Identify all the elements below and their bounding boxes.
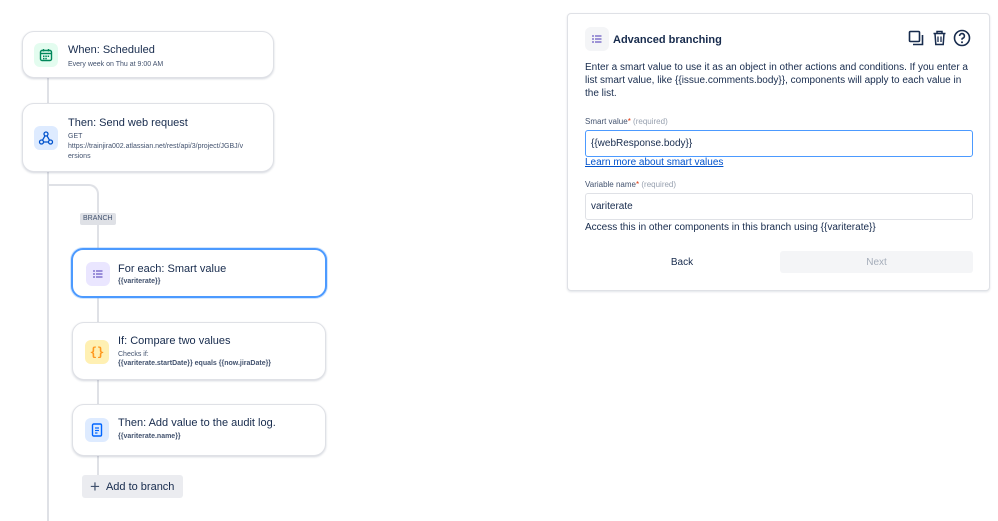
variable-name-input[interactable] <box>585 193 973 220</box>
flow-connector-branch-2 <box>97 298 99 322</box>
learn-more-link[interactable]: Learn more about smart values <box>585 157 723 168</box>
branch-tag: BRANCH <box>80 213 116 225</box>
condition-card[interactable]: {} If: Compare two values Checks if: {{v… <box>72 322 326 380</box>
calendar-icon <box>34 43 58 67</box>
branch-curve <box>47 184 99 198</box>
next-button[interactable]: Next <box>780 251 973 273</box>
webhook-icon <box>34 126 58 150</box>
web-request-title: Then: Send web request <box>68 117 188 129</box>
list-icon <box>86 262 110 286</box>
for-each-title: For each: Smart value <box>118 263 227 275</box>
duplicate-icon[interactable] <box>906 28 926 48</box>
for-each-value: {{variterate}} <box>118 278 161 285</box>
web-request-card[interactable]: Then: Send web request GET https://train… <box>22 103 274 172</box>
flow-connector-branch-4 <box>97 456 99 476</box>
trash-icon[interactable] <box>929 28 949 48</box>
for-each-card[interactable]: For each: Smart value {{variterate}} <box>71 248 327 298</box>
add-to-branch-button[interactable]: + Add to branch <box>82 475 183 498</box>
smart-value-input[interactable] <box>585 130 973 157</box>
back-button[interactable]: Back <box>586 251 778 273</box>
panel-title: Advanced branching <box>613 34 722 46</box>
condition-checks-label: Checks if: <box>118 351 149 358</box>
audit-log-card[interactable]: Then: Add value to the audit log. {{vari… <box>72 404 326 456</box>
braces-icon: {} <box>85 340 109 364</box>
audit-log-title: Then: Add value to the audit log. <box>118 417 276 429</box>
trigger-card[interactable]: When: Scheduled Every week on Thu at 9:0… <box>22 31 274 78</box>
list-icon <box>585 27 609 51</box>
variable-helper-text: Access this in other components in this … <box>585 222 876 233</box>
trigger-subtitle: Every week on Thu at 9:00 AM <box>68 61 164 68</box>
web-request-url-line2: ersions <box>68 153 91 160</box>
web-request-method: GET <box>68 133 83 140</box>
flow-connector-branch-3 <box>97 380 99 404</box>
plus-icon: + <box>90 477 100 496</box>
help-icon[interactable] <box>952 28 972 48</box>
variable-name-label: Variable name* (required) <box>585 180 677 189</box>
panel-description: Enter a smart value to use it as an obje… <box>585 62 968 99</box>
advanced-branching-panel: Advanced branching Enter a smart value t… <box>567 13 990 291</box>
add-to-branch-label: Add to branch <box>105 480 175 493</box>
smart-value-label: Smart value* (required) <box>585 117 668 126</box>
web-request-url-line1: https://trainjira002.atlassian.net/rest/… <box>68 143 244 150</box>
audit-log-value: {{variterate.name}} <box>118 433 181 440</box>
condition-expression: {{variterate.startDate}} equals {{now.ji… <box>118 360 272 367</box>
trigger-title: When: Scheduled <box>68 44 155 56</box>
condition-title: If: Compare two values <box>118 335 231 347</box>
document-icon <box>85 418 109 442</box>
